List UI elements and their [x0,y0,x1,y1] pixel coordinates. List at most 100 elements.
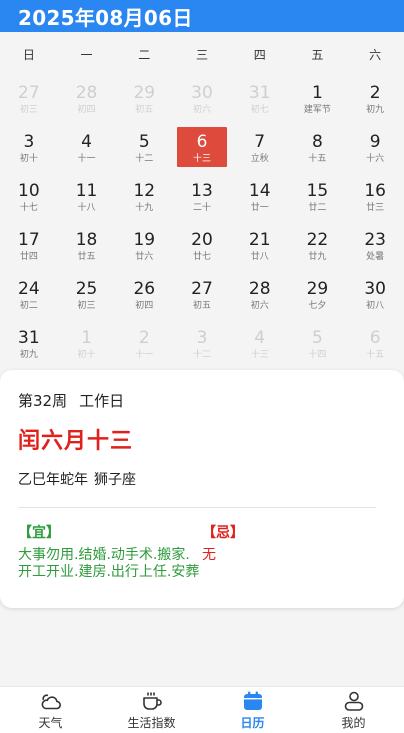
day-cell[interactable]: 2 十一 [115,320,173,369]
day-cell[interactable]: 21 廿八 [231,222,289,271]
lunar-label: 十一 [135,350,154,360]
day-number: 6 [196,132,208,152]
day-cell[interactable]: 31 初七 [231,75,289,124]
day-type: 工作日 [79,392,125,410]
day-cell[interactable]: 25 初三 [58,271,116,320]
calendar-icon [243,691,262,710]
lunar-label: 廿八 [250,252,269,262]
day-cell[interactable]: 4 十三 [231,320,289,369]
day-number: 3 [23,132,35,152]
day-cell[interactable]: 7 立秋 [231,124,289,173]
day-number: 29 [133,83,156,103]
day-cell[interactable]: 17 廿四 [0,222,58,271]
day-cell[interactable]: 2 初九 [346,75,404,124]
day-cell[interactable]: 23 处暑 [346,222,404,271]
tab-weather[interactable]: 天气 [0,687,101,733]
day-cell[interactable]: 5 十四 [289,320,347,369]
day-cell[interactable]: 16 廿三 [346,173,404,222]
tab-profile[interactable]: 我的 [303,687,404,733]
life-index-icon [142,692,162,710]
day-number: 15 [306,181,329,201]
tab-life-index[interactable]: 生活指数 [101,687,202,733]
day-number: 28 [75,83,98,103]
lunar-label: 廿三 [366,203,385,213]
day-cell[interactable]: 15 廿二 [289,173,347,222]
weekday-label: 一 [80,48,93,62]
day-cell[interactable]: 4 十一 [58,124,116,173]
day-cell[interactable]: 6 十五 [346,320,404,369]
ji-text: 无 [202,547,216,563]
day-cell[interactable]: 22 廿九 [289,222,347,271]
day-cell[interactable]: 12 十九 [115,173,173,222]
day-cell[interactable]: 31 初九 [0,320,58,369]
day-cell[interactable]: 3 十二 [173,320,231,369]
day-cell[interactable]: 28 初六 [231,271,289,320]
day-cell[interactable]: 11 十八 [58,173,116,222]
day-cell[interactable]: 27 初三 [0,75,58,124]
lunar-label: 十五 [366,350,385,360]
day-cell[interactable]: 5 十二 [115,124,173,173]
lunar-label: 十二 [192,350,211,360]
day-cell[interactable]: 10 十七 [0,173,58,222]
weekday-label: 日 [22,48,35,62]
day-cell[interactable]: 9 十六 [346,124,404,173]
yi-text: 大事勿用.结婚.动手术.搬家.开工开业.建房.出行上任.安葬 [18,547,200,580]
tab-label: 生活指数 [127,715,176,730]
day-number: 9 [369,132,381,152]
lunar-label: 初三 [77,301,96,311]
lunar-label: 初九 [366,105,385,115]
day-cell[interactable]: 27 初五 [173,271,231,320]
day-cell[interactable]: 18 廿五 [58,222,116,271]
lunar-label: 初三 [19,105,38,115]
day-cell[interactable]: 19 廿六 [115,222,173,271]
day-number: 20 [191,230,213,250]
tab-label: 日历 [240,715,265,730]
day-cell[interactable]: 29 七夕 [289,271,347,320]
lunar-label: 处暑 [366,252,385,262]
day-cell[interactable]: 14 廿一 [231,173,289,222]
lunar-label: 二十 [192,203,211,213]
tab-calendar[interactable]: 日历 [202,687,303,733]
day-number: 25 [75,279,98,299]
lunar-label: 初四 [77,105,96,115]
day-cell[interactable]: 30 初六 [173,75,231,124]
day-cell[interactable]: 13 二十 [173,173,231,222]
week-number: 第32周 [18,392,68,410]
lunar-label: 十七 [19,203,38,213]
day-number: 1 [81,328,92,348]
date-header[interactable]: 2025年08月06日 [0,0,404,32]
lunar-label: 初九 [19,350,38,360]
day-cell[interactable]: 20 廿七 [173,222,231,271]
lunar-label: 初五 [192,301,211,311]
lunar-label: 初四 [135,301,154,311]
day-cell[interactable]: 1 建军节 [289,75,347,124]
day-number: 26 [133,279,156,299]
tab-label: 天气 [38,715,63,730]
header-title: 2025年08月06日 [18,5,193,30]
month-grid: 27 初三 28 初四 29 初五 30 初六 31 初七 1 建军节 2 初九 3 初十 4 十一 5 十二 6 十三 7… [0,75,404,369]
day-cell[interactable]: 28 初四 [58,75,116,124]
day-number: 6 [369,328,381,348]
day-number: 4 [81,132,92,152]
day-cell[interactable]: 3 初十 [0,124,58,173]
day-cell-selected[interactable]: 6 十三 [173,124,231,173]
day-cell[interactable]: 29 初五 [115,75,173,124]
lunar-label: 初十 [77,350,96,360]
divider [18,507,376,508]
day-cell[interactable]: 24 初二 [0,271,58,320]
day-number: 8 [312,132,323,152]
day-cell[interactable]: 30 初八 [346,271,404,320]
lunar-label: 廿七 [192,252,211,262]
day-cell[interactable]: 1 初十 [58,320,116,369]
lunar-label: 廿九 [308,252,327,262]
weekday-label: 六 [369,48,382,62]
day-cell[interactable]: 26 初四 [115,271,173,320]
day-number: 30 [364,279,386,299]
day-cell[interactable]: 8 十五 [289,124,347,173]
lunar-label: 十三 [250,350,269,360]
day-number: 10 [18,181,40,201]
lunar-label: 十八 [77,203,96,213]
lunar-label: 初六 [250,301,269,311]
day-number: 17 [18,230,40,250]
day-number: 31 [248,83,271,103]
